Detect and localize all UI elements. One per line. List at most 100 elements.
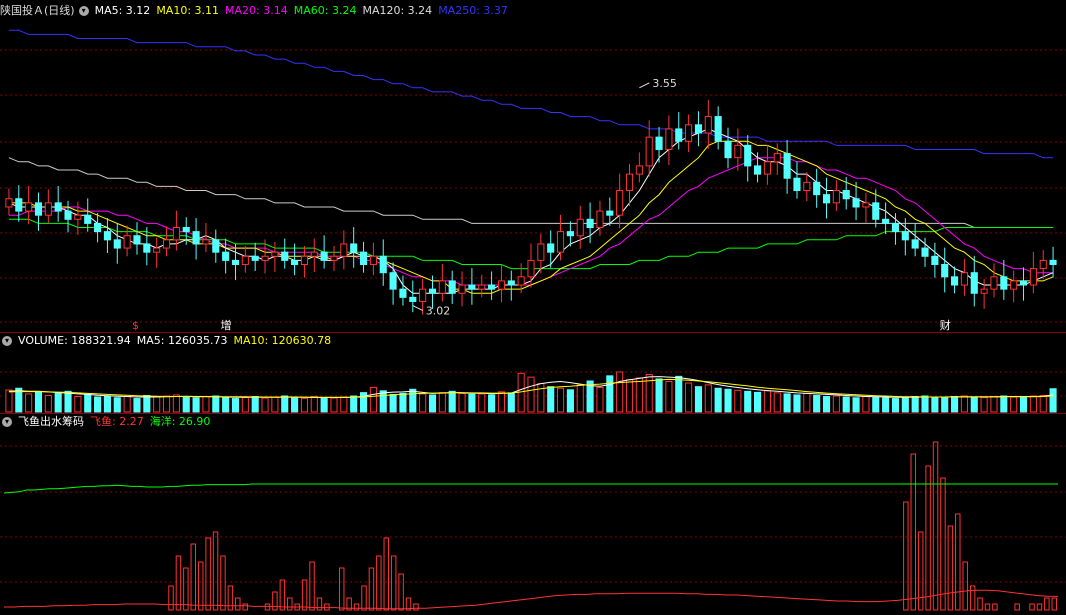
volume-bar xyxy=(5,389,13,413)
volume-bar xyxy=(458,392,466,413)
candle-body xyxy=(261,255,269,261)
volume-bar xyxy=(734,389,742,413)
feiyu-bar xyxy=(947,525,954,611)
event-marker-1: 增 xyxy=(221,318,232,332)
candle-body xyxy=(428,288,437,294)
volume-bar xyxy=(84,394,92,413)
volume-bar xyxy=(133,398,141,413)
candle-body xyxy=(320,251,328,261)
feiyu-bar xyxy=(301,579,308,611)
ma20-legend: MA20: 3.14 xyxy=(225,4,288,17)
volume-bar xyxy=(872,397,880,413)
candle-body xyxy=(665,128,673,150)
candle-body xyxy=(399,288,407,298)
volume-bar xyxy=(931,397,939,413)
candle-body xyxy=(497,280,506,290)
candle-body xyxy=(54,202,62,212)
candle-body xyxy=(359,251,368,265)
volume-bar xyxy=(1019,396,1028,413)
feiyu-bar xyxy=(932,441,939,611)
volume-bar xyxy=(428,394,437,413)
feiyu-bar xyxy=(1044,597,1050,611)
volume-bar xyxy=(832,395,840,413)
candle-body xyxy=(1000,276,1008,290)
volume-bar xyxy=(704,384,712,413)
candle-body xyxy=(556,231,565,253)
candle-body xyxy=(409,296,417,302)
candle-body xyxy=(960,272,968,286)
candle-body xyxy=(852,198,860,208)
candle-body xyxy=(271,251,279,257)
candle-body xyxy=(94,222,102,233)
volume-bar xyxy=(1000,395,1008,413)
candle-body xyxy=(635,165,643,175)
feiyu-bar xyxy=(1051,597,1058,611)
feiyu-legend: 飞鱼: 2.27 xyxy=(90,415,144,428)
candle-body xyxy=(704,116,712,134)
volume-bar xyxy=(251,396,259,413)
candle-body xyxy=(300,255,308,265)
candle-body xyxy=(74,214,82,220)
feiyu-bar xyxy=(272,591,278,611)
candle-body xyxy=(655,136,663,150)
feiyu-bar xyxy=(324,603,330,611)
volume-bar xyxy=(724,388,732,413)
candle-body xyxy=(822,194,831,204)
volume-bar xyxy=(537,383,545,413)
candle-body xyxy=(389,272,397,290)
volume-bar xyxy=(281,395,289,413)
candle-body xyxy=(478,284,486,290)
volume-bar xyxy=(901,396,909,413)
candle-body xyxy=(547,243,555,253)
volume-bar xyxy=(310,396,318,413)
candle-body xyxy=(340,243,348,257)
volume-bar xyxy=(675,375,683,413)
candle-body xyxy=(84,214,92,224)
candle-body xyxy=(517,276,525,286)
ma5-legend: MA5: 3.12 xyxy=(94,4,151,17)
volume-bar xyxy=(271,396,279,413)
haiyang-legend: 海洋: 26.90 xyxy=(149,415,211,428)
feiyu-bar xyxy=(1029,603,1035,611)
candle-body xyxy=(468,284,476,290)
candle-body xyxy=(172,227,180,241)
candle-body xyxy=(970,272,978,294)
candle-body xyxy=(369,255,377,265)
volume-bar xyxy=(507,392,515,413)
low-pointer xyxy=(412,305,424,312)
feiyu-bar xyxy=(1014,603,1020,611)
volume-bar xyxy=(783,393,791,413)
candle-body xyxy=(734,144,742,159)
candle-body xyxy=(576,218,584,237)
volume-bar xyxy=(212,395,220,413)
indicator-settings-icon[interactable]: ▾ xyxy=(2,417,12,427)
feiyu-bar xyxy=(962,561,968,611)
volume-bar xyxy=(497,391,506,413)
feiyu-bar xyxy=(212,531,219,611)
candle-body xyxy=(842,190,850,200)
event-marker-2: 财 xyxy=(940,318,951,332)
volume-bar xyxy=(25,393,33,413)
candle-body xyxy=(182,227,190,233)
feiyu-bar xyxy=(390,555,397,611)
candle-body xyxy=(645,136,653,167)
volume-bar xyxy=(862,396,870,413)
volume-bar xyxy=(822,396,831,413)
candle-body xyxy=(616,190,624,216)
candle-body xyxy=(951,276,959,286)
candle-body xyxy=(1019,280,1028,286)
candle-body xyxy=(192,231,200,245)
volume-bar xyxy=(556,387,565,413)
volume-bar xyxy=(911,396,919,413)
stock-chart[interactable]: 3.55 3.02 $ 增 财 xyxy=(0,0,1066,615)
candle-body xyxy=(625,173,634,192)
candle-body xyxy=(606,210,614,216)
volume-bar xyxy=(143,394,151,413)
candle-body xyxy=(586,218,594,229)
settings-icon[interactable]: ▾ xyxy=(78,6,89,16)
volume-bar xyxy=(350,395,358,413)
candle-body xyxy=(1010,280,1018,290)
volume-bar xyxy=(547,386,555,413)
volume-settings-icon[interactable]: ▾ xyxy=(2,336,12,346)
feiyu-bar xyxy=(984,603,991,611)
